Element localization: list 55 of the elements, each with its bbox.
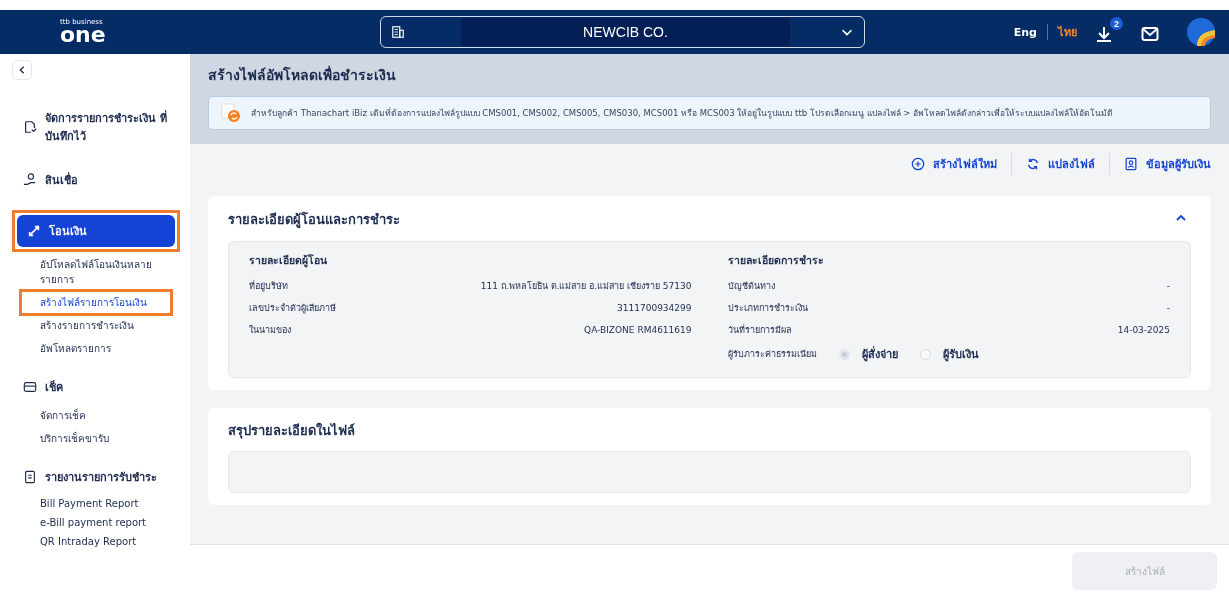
plus-circle-icon	[911, 157, 925, 171]
sidebar-subitem[interactable]: สร้างรายการชำระเงิน	[22, 315, 170, 336]
page-title: สร้างไฟล์อัพโหลดเพื่อชำระเงิน	[208, 64, 397, 85]
field-value: 14-03-2025	[1117, 325, 1170, 335]
card-icon	[23, 380, 37, 394]
collapse-button[interactable]	[12, 60, 32, 80]
sidebar-subitem[interactable]: บริการเช็คขารับ	[22, 428, 170, 449]
company-selector[interactable]: NEWCIB CO.	[380, 16, 865, 48]
field-label: เลขประจำตัวผู้เสียภาษี	[249, 302, 336, 315]
card-title: สรุปรายละเอียดในไฟล์	[228, 421, 356, 441]
field-label: บัญชีต้นทาง	[727, 280, 775, 293]
logo-wordmark: one	[60, 23, 107, 46]
language-option[interactable]: Eng	[1013, 25, 1037, 39]
sidebar-item[interactable]: จัดการรายการชำระเงิน ที่บันทึกไว้	[15, 105, 177, 149]
sidebar-item[interactable]: รายงานรายการรับชำระ	[15, 464, 177, 490]
sidebar-item[interactable]: เช็ค	[15, 374, 177, 400]
field-value: -	[1166, 281, 1170, 291]
sidebar-subitem[interactable]: อัปโหลดไฟล์โอนเงินหลายรายการ	[22, 254, 170, 290]
sidebar-subitem[interactable]: จัดการเช็ค	[22, 405, 170, 426]
action-link[interactable]: ข้อมูลผู้รับเงิน	[1124, 155, 1211, 173]
refresh-icon	[1026, 157, 1040, 171]
contact-card-icon	[1124, 157, 1138, 171]
sidebar-item[interactable]: โอนเงิน	[17, 215, 175, 247]
document-icon	[23, 120, 37, 134]
sidebar-subitem[interactable]: QR Intraday Report	[22, 533, 170, 550]
receipt-icon	[23, 470, 37, 484]
section-heading: รายละเอียดผู้โอน	[249, 253, 328, 269]
hand-coin-icon	[23, 173, 37, 187]
building-icon	[391, 25, 405, 39]
sidebar-subitem[interactable]: สร้างไฟล์รายการโอนเงิน	[22, 292, 170, 313]
language-option[interactable]: ไทย	[1058, 23, 1077, 41]
field-label: ในนามของ	[249, 324, 291, 337]
action-link[interactable]: สร้างไฟล์ใหม่	[911, 155, 997, 173]
download-button[interactable]: 2	[1093, 17, 1123, 47]
field-label: ผู้รับภาระค่าธรรมเนียม	[727, 348, 817, 361]
field-value: QA-BIZONE RM4611619	[584, 325, 692, 335]
sidebar-subitem[interactable]: Bill Payment Report	[22, 495, 170, 512]
file-convert-icon	[221, 103, 241, 123]
sidebar-subitem[interactable]: อัพโหลดรายการ	[22, 338, 170, 359]
field-label: ประเภทการชำระเงิน	[727, 302, 808, 315]
notification-badge: 2	[1110, 17, 1123, 30]
chevron-left-icon	[17, 65, 27, 75]
section-heading: รายละเอียดการชำระ	[727, 253, 825, 268]
field-value: 111 ถ.พหลโยธิน ต.แม่สาย อ.แม่สาย เชียงราย 57130	[480, 280, 692, 293]
transfer-icon	[27, 224, 41, 238]
field-value: 3111700934299	[617, 303, 692, 313]
action-link[interactable]: แปลงไฟล์	[1026, 155, 1095, 173]
avatar[interactable]	[1187, 18, 1215, 46]
sidebar-item[interactable]: สินเชื่อ	[15, 167, 177, 193]
card-title: รายละเอียดผู้โอนและการชำระ	[228, 211, 400, 230]
field-value: -	[1166, 303, 1170, 313]
sidebar-subitem[interactable]: e-Bill payment report	[22, 514, 170, 531]
field-label: วันที่รายการมีผล	[727, 323, 792, 337]
notice-text: สำหรับลูกค้า Thanachart iBiz เดิมที่ต้องการแปลงไฟล์รูปแบบ CMS001, CMS002, CMS005, CMS030, MCS001 หรือ MCS003 ให้อยู่ในรูปแบบ ttb โปรดเลือกเมนู แปลงไฟล์ > อัพโหลดไฟล์ดังกล่าวเพื่อให้ระบบแปลงไฟล์ให้อัตโนมัติ	[251, 106, 1114, 120]
field-label: ที่อยู่บริษัท	[249, 279, 288, 293]
